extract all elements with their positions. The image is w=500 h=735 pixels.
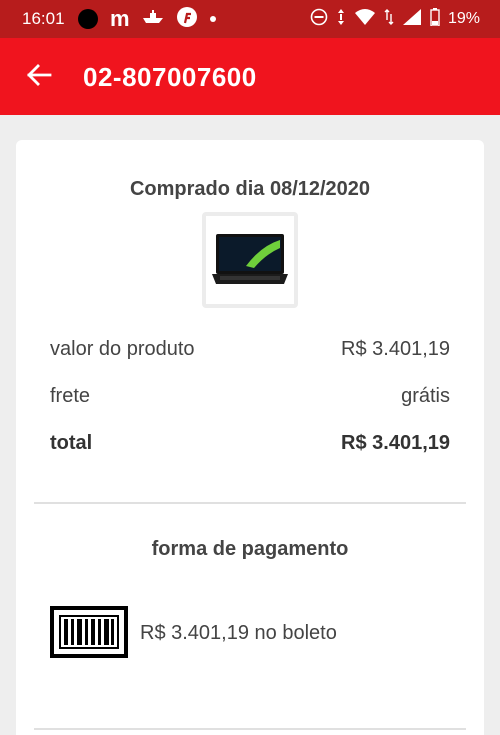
notification-dot-icon [209, 16, 216, 22]
dnd-icon [310, 8, 328, 31]
row-product-value: valor do produto R$ 3.401,19 [50, 338, 450, 361]
order-card: Comprado dia 08/12/2020 valor do produto… [16, 140, 484, 735]
status-time: 16:01 [22, 9, 65, 28]
page-title: 02-807007600 [83, 62, 257, 92]
battery-percent: 19% [447, 10, 480, 27]
status-right-icons: 19% [310, 7, 480, 31]
status-bar: 16:01 m 19% [0, 0, 500, 38]
vibrate-icon [336, 8, 346, 31]
circle-icon [78, 9, 98, 29]
barcode-icon [50, 606, 128, 663]
boat-icon [142, 9, 164, 29]
row-value: R$ 3.401,19 [341, 338, 450, 360]
arrow-back-icon [26, 62, 52, 93]
divider [34, 502, 466, 504]
payment-title: forma de pagamento [151, 538, 349, 560]
app-bar: 02-807007600 [0, 38, 500, 115]
purchase-date: Comprado dia 08/12/2020 [129, 178, 371, 200]
f-app-icon [176, 6, 198, 33]
signal-icon [402, 8, 422, 31]
laptop-icon [212, 234, 288, 284]
back-button[interactable] [22, 60, 56, 94]
row-shipping: frete grátis [50, 385, 450, 408]
divider [34, 728, 466, 730]
row-label: valor do produto [50, 338, 195, 360]
m-app-icon: m [110, 6, 130, 31]
row-total: total R$ 3.401,19 [50, 432, 450, 455]
status-left-icons: m [78, 6, 216, 33]
row-value: grátis [401, 385, 450, 407]
arrows-icon [384, 8, 394, 31]
product-image[interactable] [202, 212, 298, 308]
wifi-icon [354, 8, 376, 31]
row-value: R$ 3.401,19 [341, 432, 450, 454]
row-label: total [50, 432, 93, 454]
battery-icon [430, 7, 440, 31]
row-label: frete [50, 385, 91, 407]
payment-text: R$ 3.401,19 no boleto [140, 622, 337, 644]
